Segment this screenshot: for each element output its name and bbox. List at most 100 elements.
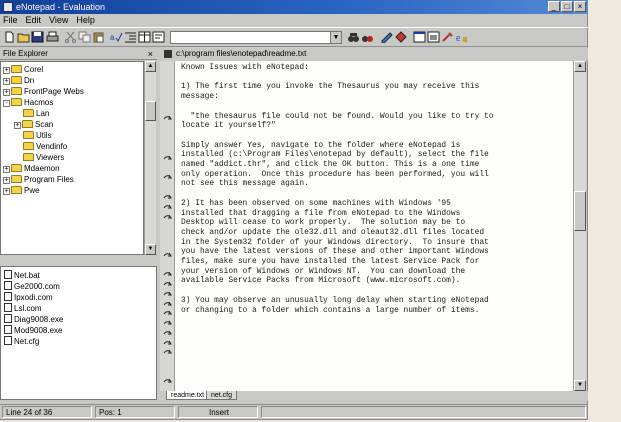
folder-item[interactable]: Viewers — [23, 152, 64, 163]
file-icon — [4, 314, 12, 323]
tab-readme[interactable]: readme.txt — [166, 391, 210, 400]
expand-icon[interactable]: + — [3, 67, 10, 74]
enotepad-window: eNotepad - Evaluation _ □ × File Edit Vi… — [0, 0, 588, 420]
window2-icon[interactable] — [427, 31, 440, 43]
color-icon[interactable] — [395, 31, 408, 43]
expand-icon[interactable]: + — [14, 122, 21, 129]
tab-net-cfg[interactable]: net.cfg — [206, 391, 238, 400]
folder-icon — [11, 76, 22, 84]
file-icon — [4, 336, 12, 345]
expand-icon[interactable]: + — [3, 78, 10, 85]
paragraph-mark-icon — [163, 320, 172, 327]
maximize-button[interactable]: □ — [561, 1, 573, 12]
file-item[interactable]: Net.cfg — [4, 336, 39, 347]
file-item[interactable]: Lsl.com — [4, 303, 42, 314]
status-empty — [261, 406, 586, 418]
indent-icon[interactable] — [124, 31, 137, 43]
editor-line: only operation. Once this procedure has … — [181, 169, 489, 179]
save-icon[interactable] — [31, 31, 44, 43]
paragraph-mark-icon — [163, 204, 172, 211]
menu-file[interactable]: File — [3, 14, 18, 27]
file-item[interactable]: Diag9008.exe — [4, 314, 63, 325]
folder-item[interactable]: + Pwe — [3, 185, 40, 196]
editor-line: "the thesaurus file could not be found. … — [181, 111, 494, 121]
editor-content[interactable]: Known Issues with eNotepad: 1) The first… — [175, 61, 573, 315]
folder-item[interactable]: Vendinfo — [23, 141, 67, 152]
scroll-thumb[interactable] — [574, 191, 586, 231]
paste-icon[interactable] — [92, 31, 105, 43]
file-item[interactable]: Ge2000.com — [4, 281, 60, 292]
folder-item[interactable]: Utils — [23, 130, 52, 141]
editor-line: files, make sure you have installed the … — [181, 257, 480, 267]
menu-help[interactable]: Help — [76, 14, 95, 27]
paragraph-mark-icon — [163, 252, 172, 259]
editor-path-bar: c:\program files\enotepad\readme.txt — [160, 48, 588, 60]
text-editor[interactable]: Known Issues with eNotepad: 1) The first… — [175, 61, 573, 391]
expand-icon[interactable]: + — [3, 188, 10, 195]
new-icon[interactable] — [3, 31, 16, 43]
scroll-up-icon[interactable]: ▲ — [574, 61, 586, 72]
wrap-icon[interactable] — [152, 31, 165, 43]
scroll-down-icon[interactable]: ▼ — [145, 244, 156, 255]
paragraph-mark-icon — [163, 115, 172, 122]
menu-edit[interactable]: Edit — [26, 14, 42, 27]
columns-icon[interactable] — [138, 31, 151, 43]
file-icon — [4, 303, 12, 312]
collapse-icon[interactable]: - — [3, 100, 10, 107]
editor-line: Desktop will cease to work properly. The… — [181, 218, 466, 228]
file-icon — [4, 325, 12, 334]
folder-item[interactable]: + Corel — [3, 64, 43, 75]
find-icon[interactable] — [361, 31, 374, 43]
folder-icon — [11, 98, 22, 106]
expand-icon[interactable]: + — [3, 166, 10, 173]
folder-item[interactable]: Lan — [23, 108, 49, 119]
minimize-button[interactable]: _ — [548, 1, 560, 12]
open-icon[interactable] — [17, 31, 30, 43]
editor-line: available Service Packs from Microsoft (… — [181, 276, 461, 286]
scroll-down-icon[interactable]: ▼ — [574, 380, 586, 391]
expand-icon[interactable]: + — [3, 89, 10, 96]
folder-item[interactable]: + Mdaemon — [3, 163, 60, 174]
window-icon[interactable] — [413, 31, 426, 43]
folder-item[interactable]: - Hacmos — [3, 97, 53, 108]
expand-icon[interactable]: + — [3, 177, 10, 184]
editor-line: you have the latest versions of these an… — [181, 247, 489, 257]
folder-label: Vendinfo — [36, 142, 68, 151]
cut-icon[interactable] — [64, 31, 77, 43]
explorer-title: File Explorer — [3, 49, 48, 58]
scroll-up-icon[interactable]: ▲ — [145, 61, 156, 72]
scroll-thumb[interactable] — [145, 101, 156, 121]
status-position: Pos: 1 — [95, 406, 175, 418]
close-icon[interactable]: × — [148, 48, 153, 60]
editor-scrollbar[interactable]: ▲ ▼ — [573, 61, 586, 391]
chevron-down-icon[interactable]: ▼ — [330, 32, 341, 43]
paragraph-mark-icon — [163, 340, 172, 347]
spell-icon[interactable]: a — [110, 31, 123, 43]
folder-item[interactable]: + FrontPage Webs — [3, 86, 84, 97]
tree-scrollbar[interactable]: ▲ ▼ — [144, 61, 156, 255]
copy-icon[interactable] — [78, 31, 91, 43]
pane-splitter[interactable] — [0, 256, 157, 265]
menu-view[interactable]: View — [49, 14, 68, 27]
pen-icon[interactable] — [380, 31, 393, 43]
editor-line: 3) You may observe an unusually long del… — [181, 295, 489, 305]
binoculars-icon[interactable] — [347, 31, 360, 43]
status-mode: Insert — [178, 406, 258, 418]
tools-icon[interactable] — [441, 31, 454, 43]
close-button[interactable]: × — [574, 1, 586, 12]
folder-item[interactable]: + Dn — [3, 75, 34, 86]
document-tabs: readme.txt net.cfg — [160, 391, 588, 401]
editor-line: Simply answer Yes, navigate to the folde… — [181, 140, 461, 150]
ie-icon[interactable]: e — [455, 31, 468, 43]
path-combo[interactable]: ▼ — [170, 31, 342, 44]
editor-line: in the System32 folder of your Windows d… — [181, 237, 489, 247]
folder-icon — [11, 186, 22, 194]
folder-item[interactable]: + Scan — [14, 119, 53, 130]
folder-icon — [11, 164, 22, 172]
print-icon[interactable] — [46, 31, 59, 43]
file-item[interactable]: Mod9008.exe — [4, 325, 62, 336]
file-label: Lsl.com — [14, 304, 42, 313]
file-item[interactable]: Net.bat — [4, 270, 40, 281]
file-item[interactable]: Ipxodi.com — [4, 292, 53, 303]
folder-item[interactable]: + Program Files — [3, 174, 74, 185]
